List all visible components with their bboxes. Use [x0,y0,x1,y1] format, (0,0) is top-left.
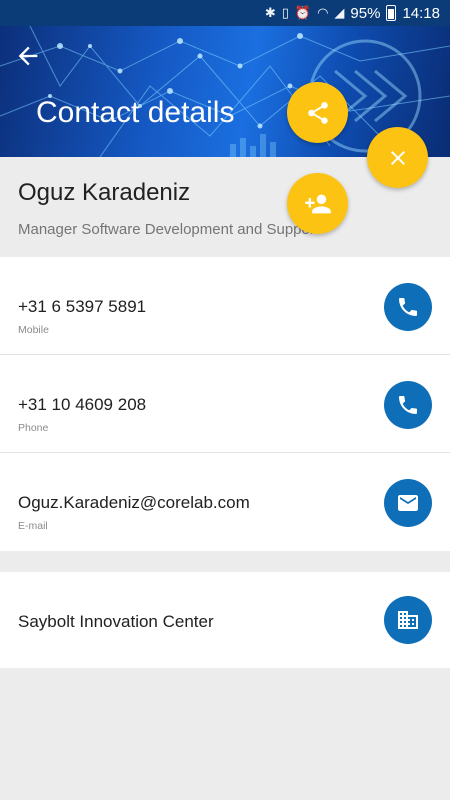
mail-icon [398,495,418,511]
clock: 14:18 [402,4,440,22]
contact-role: Manager Software Development and Support [18,221,320,238]
company-row: Saybolt Innovation Center [0,572,450,668]
vibrate-icon: ▯ [281,5,289,20]
add-contact-button[interactable] [287,173,348,234]
phone-icon [399,298,417,316]
battery-icon [386,5,397,21]
company-button[interactable] [384,596,432,644]
close-menu-button[interactable] [367,127,428,188]
page-title: Contact details [36,96,235,129]
detail-value[interactable]: +31 6 5397 5891 [18,297,146,317]
close-icon [390,150,405,165]
battery-percent: 95% [350,4,381,22]
company-name[interactable]: Saybolt Innovation Center [18,612,214,632]
detail-row-phone: +31 10 4609 208 Phone [0,355,450,453]
detail-label: Mobile [18,324,49,336]
building-icon [398,611,418,629]
share-icon [307,101,328,124]
detail-row-email: Oguz.Karadeniz@corelab.com E-mail [0,453,450,551]
contact-details-list: +31 6 5397 5891 Mobile +31 10 4609 208 P… [0,257,450,551]
detail-label: E-mail [18,520,48,532]
detail-value[interactable]: +31 10 4609 208 [18,395,146,415]
detail-row-mobile: +31 6 5397 5891 Mobile [0,257,450,355]
status-bar: ✱ ▯ ⏰ ◠ ◢ 95% 14:18 [0,0,450,26]
wifi-icon: ◠ [317,5,329,20]
contact-name: Oguz Karadeniz [18,179,191,206]
call-phone-button[interactable] [384,381,432,429]
signal-icon: ◢ [334,5,345,20]
phone-icon [399,396,417,414]
send-email-button[interactable] [384,479,432,527]
add-contact-icon [304,194,331,213]
alarm-icon: ⏰ [294,5,312,20]
detail-value[interactable]: Oguz.Karadeniz@corelab.com [18,493,250,513]
detail-label: Phone [18,422,49,434]
back-arrow-icon[interactable] [14,42,42,70]
share-button[interactable] [287,82,348,143]
call-mobile-button[interactable] [384,283,432,331]
bluetooth-icon: ✱ [264,5,276,20]
